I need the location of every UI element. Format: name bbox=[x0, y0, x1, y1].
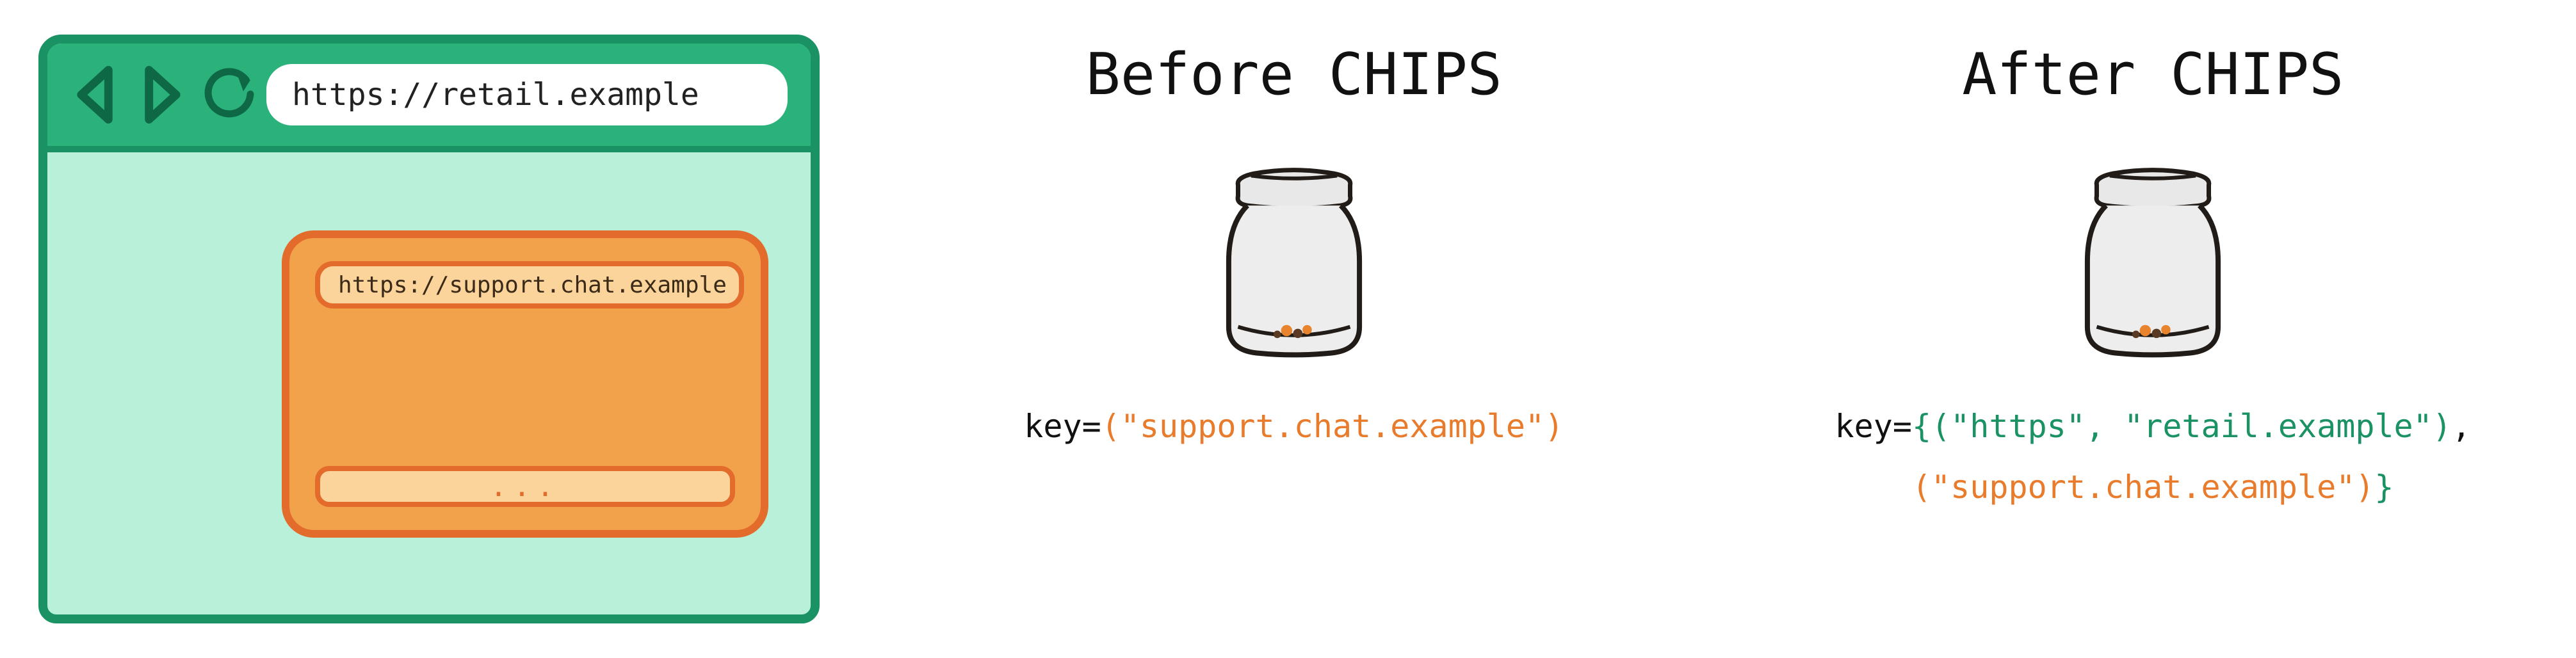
browser-toolbar: https://retail.example bbox=[47, 44, 811, 152]
back-icon bbox=[70, 66, 122, 124]
brace-close: } bbox=[2374, 469, 2394, 506]
tuple1-comma: , bbox=[2452, 408, 2471, 445]
chat-widget-input[interactable]: ... bbox=[315, 466, 735, 507]
reload-icon bbox=[201, 66, 252, 124]
chat-widget-url-text: https://support.chat.example bbox=[338, 272, 727, 298]
tuple1-domain: "retail.example" bbox=[2124, 408, 2433, 445]
forward-icon bbox=[136, 66, 187, 124]
tuple1-https: "https" bbox=[1950, 408, 2086, 445]
chat-widget-url-badge: https://support.chat.example bbox=[315, 261, 744, 309]
before-chips-title: Before CHIPS bbox=[1086, 41, 1502, 108]
address-bar[interactable]: https://retail.example bbox=[266, 64, 788, 125]
after-chips-panel: After CHIPS key={("https", "retail.examp… bbox=[1769, 35, 2538, 518]
cookie-jar-icon bbox=[1198, 140, 1390, 364]
tuple1-close: ) bbox=[2433, 408, 2452, 445]
key-value: ("support.chat.example") bbox=[1101, 408, 1564, 445]
chat-widget-placeholder: ... bbox=[490, 470, 560, 503]
before-chips-panel: Before CHIPS key=("support.chat.example"… bbox=[909, 35, 1679, 457]
tuple1-sep: , bbox=[2086, 408, 2124, 445]
chat-widget-iframe: https://support.chat.example ... bbox=[282, 230, 768, 538]
browser-window: https://retail.example https://support.c… bbox=[38, 35, 820, 623]
after-key: key={("https", "retail.example"), ("supp… bbox=[1835, 396, 2471, 518]
address-bar-text: https://retail.example bbox=[292, 77, 699, 113]
key-prefix: key= bbox=[1024, 408, 1101, 445]
brace-open: { bbox=[1912, 408, 1931, 445]
cookie-jar-icon bbox=[2057, 140, 2249, 364]
tuple1-open: ( bbox=[1931, 408, 1950, 445]
browser-viewport: https://support.chat.example ... bbox=[47, 152, 811, 614]
before-key: key=("support.chat.example") bbox=[1024, 396, 1564, 457]
after-chips-title: After CHIPS bbox=[1962, 41, 2344, 108]
key-prefix: key= bbox=[1835, 408, 1912, 445]
tuple2: ("support.chat.example") bbox=[1912, 469, 2374, 506]
